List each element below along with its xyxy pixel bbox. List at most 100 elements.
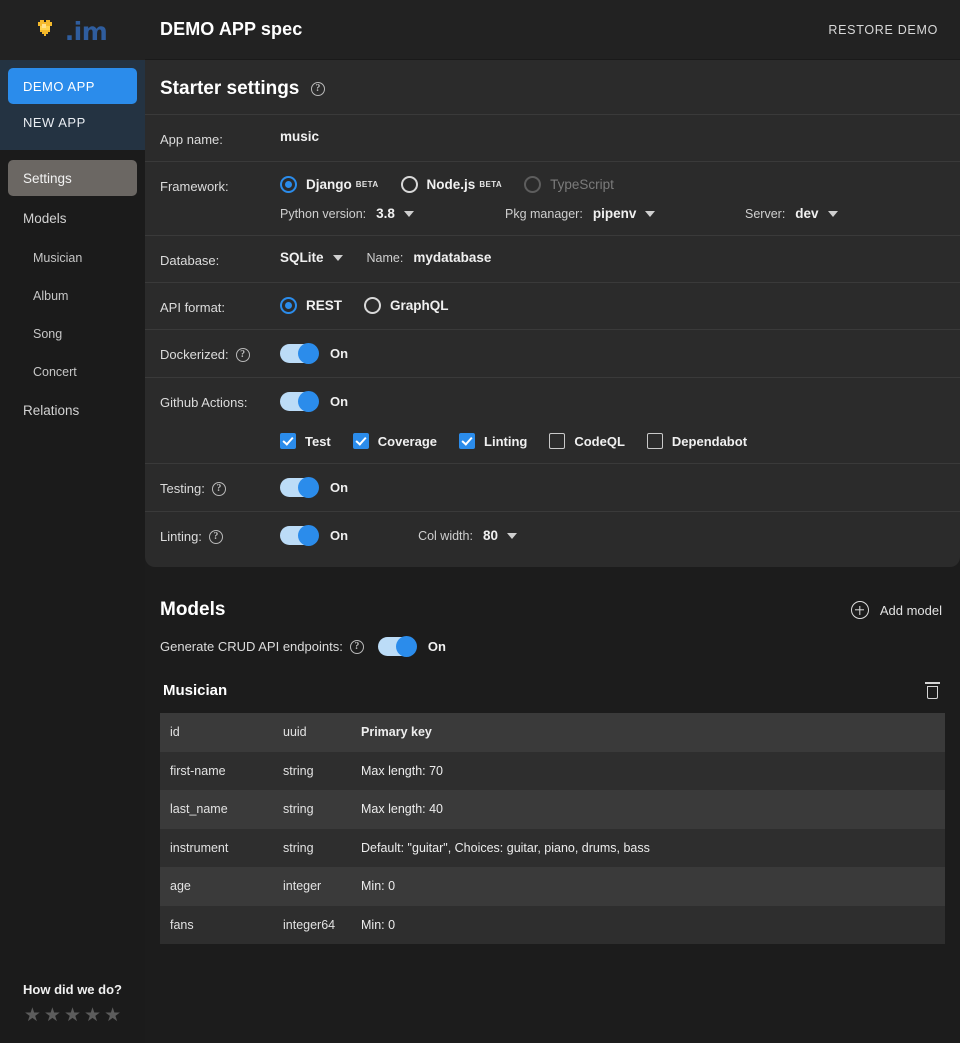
col-width-label: Col width:	[418, 528, 473, 543]
logo[interactable]: .im	[0, 0, 145, 60]
framework-subfields: Python version: 3.8 Pkg manager: pipenv	[280, 206, 945, 221]
sidebar-item-musician[interactable]: Musician	[8, 240, 137, 276]
checkbox-test[interactable]: Test	[280, 433, 331, 449]
python-version-value: 3.8	[376, 206, 395, 221]
server-field: Server: dev	[745, 206, 838, 221]
field-options: Min: 0	[361, 879, 396, 894]
dockerized-toggle[interactable]	[280, 343, 319, 364]
framework-option-django[interactable]: Django BETA	[280, 176, 379, 193]
row-dockerized: Dockerized: ? On	[145, 329, 960, 377]
star-rating[interactable]: ★ ★ ★ ★ ★	[0, 1006, 145, 1025]
row-linting: Linting: ? On Col width: 80	[145, 511, 960, 559]
server-dropdown[interactable]: dev	[795, 206, 838, 221]
checkbox-dependabot[interactable]: Dependabot	[646, 433, 747, 449]
sidebar-item-models[interactable]: Models	[8, 200, 137, 236]
framework-option-nodejs[interactable]: Node.js BETA	[400, 176, 503, 193]
checkbox-coverage-label: Coverage	[377, 433, 438, 449]
add-model-label: Add model	[879, 602, 942, 618]
app-name-label: App name:	[160, 132, 223, 147]
check-icon-linting	[459, 433, 476, 449]
star-icon-4[interactable]: ★	[84, 1006, 101, 1025]
chevron-down-icon-python-version	[403, 210, 414, 217]
page-title: DEMO APP spec	[160, 19, 303, 39]
star-icon-3[interactable]: ★	[64, 1006, 81, 1025]
checkbox-test-label: Test	[305, 433, 331, 449]
testing-toggle[interactable]	[280, 477, 319, 498]
sidebar-item-settings-label: Settings	[23, 170, 72, 186]
sidebar-app-new[interactable]: NEW APP	[8, 104, 137, 140]
linting-toggle[interactable]	[280, 525, 319, 546]
model-card-header: Musician	[160, 682, 945, 713]
rating-label: How did we do?	[23, 982, 122, 997]
help-icon-dockerized[interactable]: ?	[235, 347, 250, 362]
table-row[interactable]: last_name string Max length: 40	[160, 790, 945, 829]
sidebar-item-song[interactable]: Song	[8, 316, 137, 352]
crud-endpoints-row: Generate CRUD API endpoints: ? On	[160, 636, 945, 657]
table-row[interactable]: fans integer64 Min: 0	[160, 905, 945, 944]
field-name: fans	[170, 917, 194, 932]
api-format-option-graphql[interactable]: GraphQL	[364, 297, 449, 314]
field-name: first-name	[170, 763, 226, 778]
sidebar-item-concert[interactable]: Concert	[8, 354, 137, 390]
sidebar-item-relations[interactable]: Relations	[8, 392, 137, 428]
star-icon-2[interactable]: ★	[44, 1006, 61, 1025]
field-options: Primary key	[361, 725, 432, 740]
row-database: Database: SQLite Name: mydatabase	[145, 235, 960, 282]
sidebar-item-musician-label: Musician	[33, 251, 83, 265]
add-model-button[interactable]: Add model	[850, 601, 945, 619]
api-format-option-rest[interactable]: REST	[280, 297, 342, 314]
checkbox-coverage[interactable]: Coverage	[352, 433, 438, 449]
star-icon-1[interactable]: ★	[24, 1006, 41, 1025]
field-options: Max length: 70	[361, 763, 443, 778]
table-row[interactable]: first-name string Max length: 70	[160, 751, 945, 790]
sidebar-app-new-label: NEW APP	[23, 114, 86, 130]
main-content: Starter settings ? App name: music Frame…	[145, 60, 960, 1043]
database-engine-dropdown[interactable]: SQLite	[280, 250, 343, 265]
crud-toggle[interactable]	[377, 636, 417, 657]
pkg-manager-dropdown[interactable]: pipenv	[593, 206, 656, 221]
star-icon-5[interactable]: ★	[104, 1006, 121, 1025]
github-actions-label: Github Actions:	[160, 395, 248, 410]
chevron-down-icon-database	[332, 254, 343, 261]
top-bar: .im DEMO APP spec RESTORE DEMO	[0, 0, 960, 60]
trash-icon[interactable]	[925, 682, 940, 699]
sidebar-app-demo[interactable]: DEMO APP	[8, 68, 137, 104]
help-icon-starter-settings[interactable]: ?	[310, 82, 325, 96]
field-type: string	[283, 763, 314, 778]
framework-option-django-label: Django	[306, 177, 352, 192]
dockerized-label-text: Dockerized:	[160, 347, 229, 362]
col-width-value: 80	[482, 528, 498, 543]
col-width-dropdown[interactable]: 80	[483, 528, 517, 543]
database-engine-value: SQLite	[280, 250, 324, 265]
linting-label-text: Linting:	[160, 529, 202, 544]
restore-demo-button[interactable]: RESTORE DEMO	[828, 23, 960, 37]
python-version-dropdown[interactable]: 3.8	[376, 206, 414, 221]
sidebar-item-settings[interactable]: Settings	[8, 160, 137, 196]
database-name-input[interactable]: mydatabase	[413, 250, 491, 265]
help-icon-linting[interactable]: ?	[208, 529, 223, 544]
radio-icon-rest	[280, 297, 297, 314]
pkg-manager-value: pipenv	[592, 206, 637, 221]
logo-text: .im	[64, 17, 108, 46]
sidebar-item-album[interactable]: Album	[8, 278, 137, 314]
checkbox-linting[interactable]: Linting	[459, 433, 527, 449]
check-icon-dependabot	[646, 433, 663, 449]
field-type: integer	[283, 879, 322, 894]
api-format-option-rest-label: REST	[306, 298, 343, 313]
table-row[interactable]: age integer Min: 0	[160, 867, 945, 906]
table-row[interactable]: id uuid Primary key	[160, 713, 945, 752]
api-format-label: API format:	[160, 300, 226, 315]
framework-option-nodejs-label: Node.js	[426, 177, 476, 192]
github-actions-toggle[interactable]	[280, 391, 319, 412]
linting-label: Linting: ?	[160, 526, 280, 544]
beta-badge-nodejs: BETA	[479, 180, 503, 189]
help-icon-testing[interactable]: ?	[211, 481, 226, 496]
model-card-title: Musician	[163, 682, 228, 699]
help-icon-crud[interactable]: ?	[349, 639, 364, 654]
radio-icon-django	[280, 176, 297, 193]
checkbox-codeql[interactable]: CodeQL	[549, 433, 625, 449]
check-icon-test	[280, 433, 296, 449]
table-row[interactable]: instrument string Default: "guitar", Cho…	[160, 828, 945, 867]
app-name-input[interactable]: music	[280, 129, 319, 144]
